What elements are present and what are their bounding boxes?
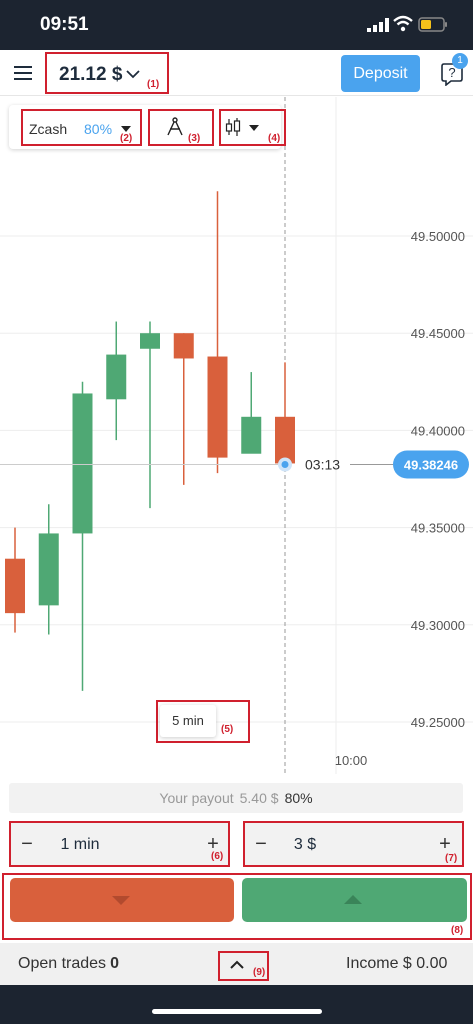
asset-payout-percent: 80% xyxy=(84,121,113,137)
chart-canvas: 49.50000 49.45000 49.40000 49.35000 49.30000… xyxy=(0,97,473,774)
annotation-5: (5) xyxy=(221,724,234,735)
income-label: Income xyxy=(346,955,399,972)
annotation-6: (6) xyxy=(211,851,224,862)
y-tick-label: 49.50000 xyxy=(411,229,465,244)
candle-body xyxy=(140,333,160,349)
app-screen: 09:51 21.12 $ (1) Deposit ? 1 49.50000 4… xyxy=(0,0,473,1024)
duration-stepper: − 1 min + (6) xyxy=(9,821,230,867)
candle-body xyxy=(207,356,228,458)
annotation-1: (1) xyxy=(147,79,160,90)
countdown-timer: 03:13 xyxy=(305,456,340,472)
deposit-button[interactable]: Deposit xyxy=(341,55,420,92)
buy-button[interactable] xyxy=(242,878,467,922)
wifi-icon xyxy=(393,15,413,32)
amount-value[interactable]: 3 $ xyxy=(255,836,355,854)
annotation-4: (4) xyxy=(268,133,281,144)
payout-bar: Your payout 5.40 $ 80% xyxy=(9,783,463,813)
chevron-down-icon xyxy=(126,70,140,79)
status-bar: 09:51 xyxy=(0,0,473,50)
sell-button[interactable] xyxy=(10,878,234,922)
current-price-label: 49.38246 xyxy=(404,457,458,472)
payout-value: 5.40 $ xyxy=(239,790,279,806)
bottom-bar: Open trades 0 (9) Income $ 0.00 xyxy=(0,943,473,985)
candle-body xyxy=(173,333,194,359)
candle-body xyxy=(241,416,262,454)
x-tick-label: 10:00 xyxy=(335,753,368,768)
y-tick-label: 49.40000 xyxy=(411,423,465,438)
candlestick-icon xyxy=(225,118,241,136)
income: Income $ 0.00 xyxy=(346,955,447,973)
y-tick-label: 49.45000 xyxy=(411,326,465,341)
candle-body xyxy=(275,416,295,464)
balance-selector[interactable]: 21.12 $ (1) xyxy=(45,52,169,94)
annotation-7: (7) xyxy=(445,853,458,864)
chart-toolbar: Zcash 80% (2) (3) (4) xyxy=(9,105,286,149)
payout-label: Your payout xyxy=(159,790,234,806)
trade-buttons: (8) xyxy=(2,873,472,940)
annotation-8: (8) xyxy=(451,925,464,936)
caret-down-icon xyxy=(121,126,131,132)
annotation-3: (3) xyxy=(188,133,201,144)
y-tick-label: 49.30000 xyxy=(411,618,465,633)
home-indicator-area xyxy=(0,985,473,1024)
chevron-up-icon xyxy=(230,960,244,969)
notification-badge: 1 xyxy=(452,53,468,69)
income-value: $ 0.00 xyxy=(402,955,448,972)
chart-type-selector[interactable]: (4) xyxy=(219,109,286,146)
open-trades-label: Open trades xyxy=(18,955,107,972)
expand-trades-button[interactable]: (9) xyxy=(218,951,269,981)
drawing-tools-button[interactable]: (3) xyxy=(148,109,214,146)
amount-stepper: − 3 $ + (7) xyxy=(243,821,464,867)
annotation-9: (9) xyxy=(253,967,266,978)
candle-body xyxy=(38,533,59,606)
balance-value: 21.12 $ xyxy=(59,64,123,85)
battery-icon xyxy=(418,17,447,32)
y-tick-label: 49.25000 xyxy=(411,715,465,730)
candle-body xyxy=(5,558,25,614)
price-chart[interactable]: 49.50000 49.45000 49.40000 49.35000 49.30000… xyxy=(0,97,473,774)
duration-value[interactable]: 1 min xyxy=(30,836,130,854)
timeframe-selector[interactable]: 5 min xyxy=(160,705,216,737)
home-indicator[interactable] xyxy=(152,1009,322,1014)
y-tick-label: 49.35000 xyxy=(411,521,465,536)
open-trades-count: 0 xyxy=(110,955,119,972)
annotation-2: (2) xyxy=(120,133,133,144)
compass-icon xyxy=(167,117,183,136)
top-bar: 21.12 $ (1) Deposit ? 1 xyxy=(0,50,473,96)
status-time: 09:51 xyxy=(40,14,89,35)
menu-icon[interactable] xyxy=(14,66,32,80)
asset-selector[interactable]: Zcash 80% (2) xyxy=(21,109,142,146)
asset-name: Zcash xyxy=(29,121,68,137)
signal-icon xyxy=(367,18,389,32)
current-price-dot xyxy=(281,460,289,468)
payout-percent: 80% xyxy=(284,790,313,806)
arrow-up-icon xyxy=(344,895,362,904)
candle-body xyxy=(72,393,93,534)
caret-down-icon xyxy=(249,125,259,131)
candle-body xyxy=(106,354,127,400)
open-trades[interactable]: Open trades 0 xyxy=(18,955,119,973)
timeframe-frame: 5 min (5) xyxy=(156,700,250,743)
arrow-down-icon xyxy=(112,896,130,905)
